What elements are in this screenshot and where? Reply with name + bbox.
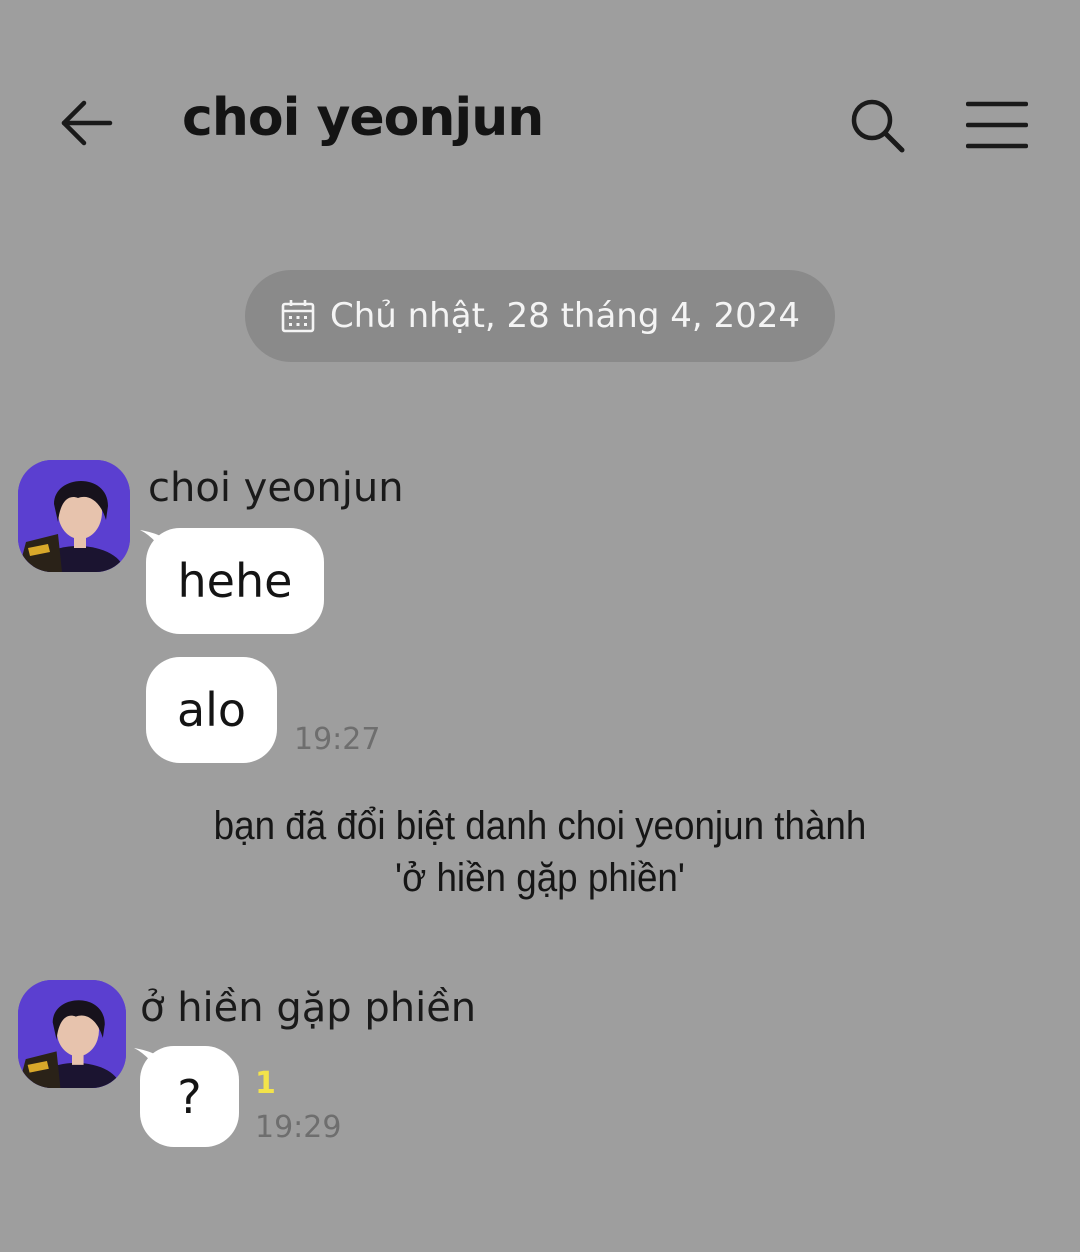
chat-title: choi yeonjun	[182, 88, 544, 148]
search-icon	[851, 99, 905, 153]
search-button[interactable]	[848, 96, 906, 154]
date-separator: Chủ nhật, 28 tháng 4, 2024	[245, 270, 835, 362]
system-note-line: bạn đã đổi biệt danh choi yeonjun thành	[213, 804, 867, 848]
arrow-left-icon	[61, 100, 113, 146]
hamburger-menu-icon	[965, 101, 1029, 149]
system-note: bạn đã đổi biệt danh choi yeonjun thành …	[117, 800, 963, 904]
system-note-line: 'ở hiền gặp phiền'	[395, 856, 685, 900]
message-bubble[interactable]: ?	[140, 1046, 239, 1147]
avatar-image	[18, 980, 126, 1088]
message-time: 19:27	[294, 722, 381, 757]
message-time: 19:29	[255, 1110, 342, 1145]
calendar-icon	[281, 300, 315, 333]
sender-name: choi yeonjun	[148, 465, 404, 511]
menu-button[interactable]	[965, 100, 1029, 150]
sender-name: ở hiền gặp phiền	[140, 985, 477, 1031]
unread-count: 1	[255, 1066, 276, 1101]
date-text: Chủ nhật, 28 tháng 4, 2024	[329, 296, 801, 336]
message-bubble[interactable]: hehe	[146, 528, 324, 634]
message-bubble[interactable]: alo	[146, 657, 277, 763]
avatar[interactable]	[18, 460, 130, 572]
chat-header: choi yeonjun	[0, 60, 1080, 190]
avatar-image	[18, 460, 130, 572]
back-button[interactable]	[58, 98, 116, 148]
avatar[interactable]	[18, 980, 126, 1088]
